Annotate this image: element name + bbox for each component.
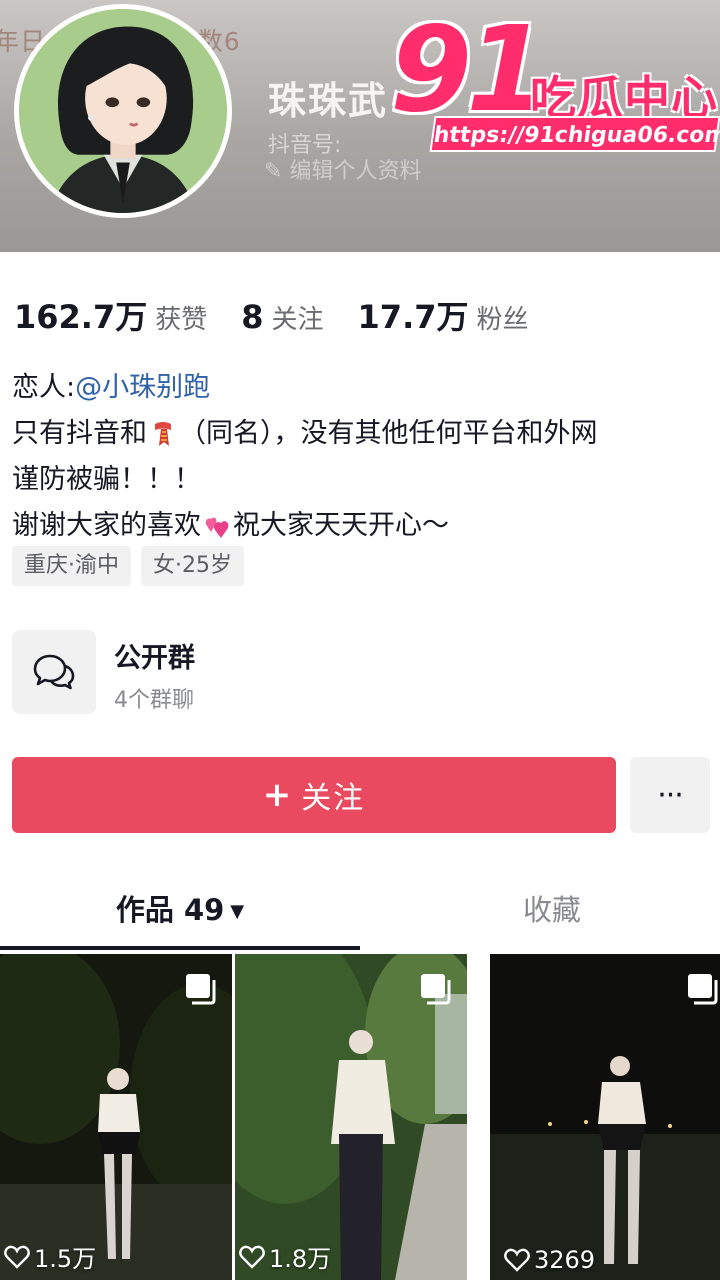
followers-label[interactable]: 粉丝 bbox=[477, 299, 529, 336]
video-likes: 1.5万 bbox=[4, 1239, 96, 1274]
bio-line-4: 谢谢大家的喜欢 祝大家天天开心～ bbox=[12, 503, 712, 549]
gender-age-tag: 女·25岁 bbox=[141, 546, 244, 586]
video-thumbnail[interactable]: 3269 bbox=[490, 954, 720, 1280]
edit-profile-link[interactable]: ✎ 编辑个人资料 bbox=[264, 153, 421, 185]
profile-tabs: 作品 49 ▼ 收藏 bbox=[0, 870, 720, 954]
tab-works[interactable]: 作品 49 ▼ bbox=[0, 870, 360, 950]
video-thumbnail[interactable]: 1.5万 bbox=[0, 954, 232, 1280]
profile-header: 年日 1万+，互动数6 珠珠武 抖音号: ✎ 编辑个人资料 bbox=[0, 0, 720, 252]
active-tab-indicator bbox=[0, 946, 360, 950]
watermark-logo: 91 吃瓜中心 https://91chigua06.com bbox=[386, 0, 720, 154]
pencil-icon: ✎ bbox=[264, 159, 283, 184]
multi-image-icon bbox=[186, 974, 216, 1005]
video-likes-count: 1.8万 bbox=[269, 1245, 332, 1273]
more-dots-icon: ··· bbox=[657, 777, 684, 813]
bio-text: （同名），没有其他任何平台和外网 bbox=[179, 418, 598, 449]
group-chat-icon bbox=[12, 630, 96, 714]
multi-image-icon bbox=[421, 974, 451, 1005]
profile-stats: 162.7万 获赞 8 关注 17.7万 粉丝 bbox=[14, 292, 563, 338]
video-thumbnail[interactable]: 1.8万 bbox=[235, 954, 467, 1280]
caret-down-icon: ▼ bbox=[230, 901, 245, 922]
followers-count[interactable]: 17.7万 bbox=[358, 292, 469, 338]
bio-text: 祝大家天天开心～ bbox=[233, 510, 449, 541]
tab-works-label: 作品 49 bbox=[115, 893, 225, 927]
heart-icon bbox=[504, 1248, 530, 1272]
watermark-url: https://91chigua06.com bbox=[429, 116, 720, 152]
profile-bio: 恋人: @小珠别跑 只有抖音和 （同名），没有其他任何平台和外网 谨防被骗！！！… bbox=[12, 365, 712, 549]
video-likes-count: 3269 bbox=[534, 1246, 596, 1274]
two-hearts-emoji-icon bbox=[205, 517, 229, 538]
following-count[interactable]: 8 bbox=[241, 298, 263, 336]
bio-line-lover: 恋人: @小珠别跑 bbox=[12, 365, 712, 411]
video-likes: 3269 bbox=[504, 1246, 595, 1274]
plus-icon: + bbox=[262, 775, 294, 815]
likes-label[interactable]: 获赞 bbox=[155, 299, 207, 336]
lover-label: 恋人: bbox=[12, 372, 76, 403]
following-label[interactable]: 关注 bbox=[272, 299, 324, 336]
profile-nickname: 珠珠武 bbox=[268, 79, 389, 123]
multi-image-icon bbox=[688, 974, 718, 1005]
lover-mention-link[interactable]: @小珠别跑 bbox=[75, 365, 210, 411]
video-likes-count: 1.5万 bbox=[34, 1245, 97, 1273]
bio-text: 只有抖音和 bbox=[12, 418, 147, 449]
follow-button[interactable]: + 关注 bbox=[12, 757, 616, 833]
more-options-button[interactable]: ··· bbox=[630, 757, 710, 833]
profile-tags: 重庆·渝中 女·25岁 bbox=[12, 546, 244, 586]
group-title: 公开群 bbox=[114, 643, 195, 674]
bio-line-3: 谨防被骗！！！ bbox=[12, 464, 201, 495]
public-group-entry[interactable]: 公开群 4个群聊 bbox=[12, 630, 702, 716]
follow-label: 关注 bbox=[301, 781, 366, 816]
heart-icon bbox=[239, 1245, 265, 1269]
bio-text: 谢谢大家的喜欢 bbox=[12, 510, 201, 541]
group-count: 4个群聊 bbox=[114, 688, 194, 713]
video-grid: 1.5万 1.8万 3269 bbox=[0, 954, 720, 1280]
likes-count[interactable]: 162.7万 bbox=[14, 292, 147, 338]
location-tag[interactable]: 重庆·渝中 bbox=[12, 546, 131, 586]
avatar-illustration bbox=[21, 9, 225, 213]
video-likes: 1.8万 bbox=[239, 1239, 331, 1274]
scarf-emoji-icon bbox=[155, 422, 171, 446]
heart-icon bbox=[4, 1245, 30, 1269]
bio-line-2: 只有抖音和 （同名），没有其他任何平台和外网 bbox=[12, 411, 712, 457]
edit-profile-label: 编辑个人资料 bbox=[289, 159, 422, 184]
avatar[interactable] bbox=[14, 4, 232, 218]
tab-favorites[interactable]: 收藏 bbox=[360, 870, 720, 950]
